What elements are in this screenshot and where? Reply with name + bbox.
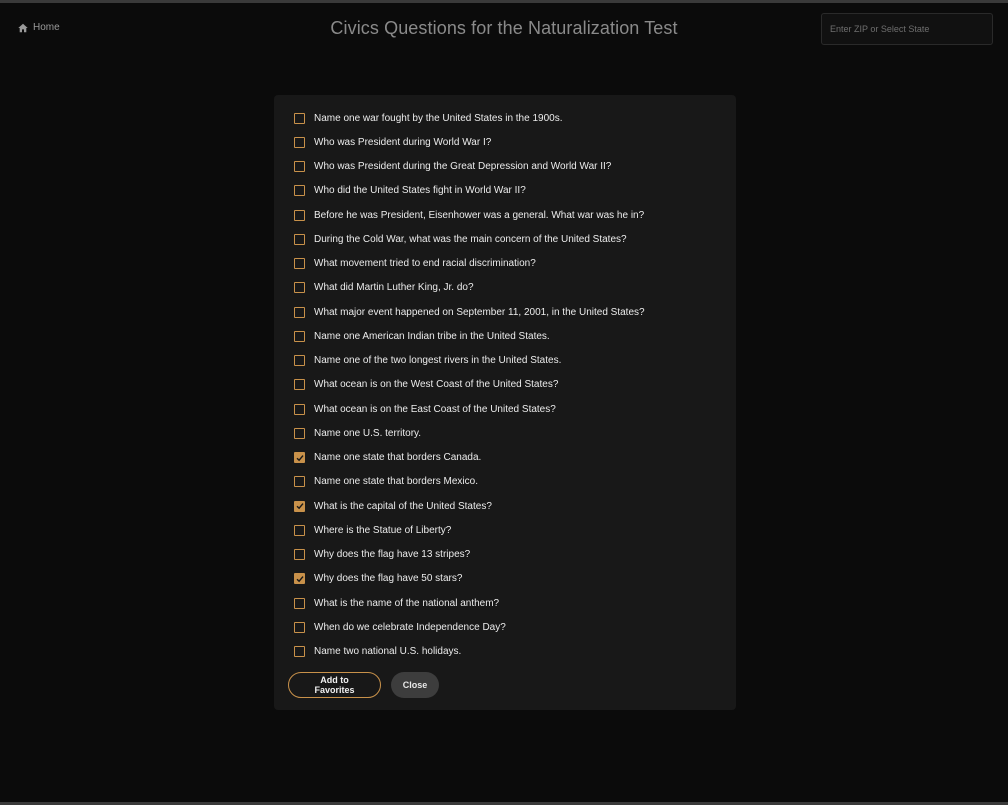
question-item[interactable]: Name one state that borders Canada.	[294, 446, 724, 470]
question-item[interactable]: Why does the flag have 13 stripes?	[294, 543, 724, 567]
question-text: Who was President during World War I?	[314, 136, 492, 148]
question-item[interactable]: Name one state that borders Mexico.	[294, 470, 724, 494]
question-text: What is the name of the national anthem?	[314, 597, 500, 609]
question-text: Name one war fought by the United States…	[314, 112, 563, 124]
question-item[interactable]: Name one war fought by the United States…	[294, 106, 724, 130]
question-item[interactable]: Who was President during the Great Depre…	[294, 155, 724, 179]
question-checkbox[interactable]	[294, 233, 305, 245]
question-item[interactable]: What is the capital of the United States…	[294, 494, 724, 518]
question-text: What ocean is on the East Coast of the U…	[314, 403, 556, 415]
question-checkbox[interactable]	[294, 646, 305, 658]
question-checkbox[interactable]	[294, 330, 305, 342]
dialog-actions: Add to Favorites Close	[288, 672, 439, 698]
question-text: Where is the Statue of Liberty?	[314, 524, 452, 536]
question-checkbox[interactable]	[294, 185, 305, 197]
question-item[interactable]: Name one of the two longest rivers in th…	[294, 349, 724, 373]
question-item[interactable]: Why does the flag have 50 stars?	[294, 567, 724, 591]
question-item[interactable]: Who was President during World War I?	[294, 130, 724, 154]
question-text: Why does the flag have 50 stars?	[314, 573, 463, 585]
question-item[interactable]: Who did the United States fight in World…	[294, 179, 724, 203]
question-item[interactable]: What ocean is on the West Coast of the U…	[294, 373, 724, 397]
question-text: Before he was President, Eisenhower was …	[314, 209, 645, 221]
question-item[interactable]: Name one U.S. territory.	[294, 421, 724, 445]
question-item[interactable]: Name one American Indian tribe in the Un…	[294, 324, 724, 348]
question-text: Name one state that borders Mexico.	[314, 476, 478, 488]
question-text: What did Martin Luther King, Jr. do?	[314, 282, 474, 294]
app-header: Home Civics Questions for the Naturaliza…	[0, 3, 1008, 53]
question-text: Why does the flag have 13 stripes?	[314, 549, 471, 561]
check-icon	[296, 454, 304, 461]
question-item[interactable]: What ocean is on the East Coast of the U…	[294, 397, 724, 421]
question-text: What is the capital of the United States…	[314, 500, 492, 512]
question-checkbox[interactable]	[294, 379, 305, 391]
question-item[interactable]: What did Martin Luther King, Jr. do?	[294, 276, 724, 300]
question-text: What ocean is on the West Coast of the U…	[314, 379, 559, 391]
question-checkbox[interactable]	[294, 500, 305, 512]
question-checkbox[interactable]	[294, 112, 305, 124]
question-text: When do we celebrate Independence Day?	[314, 621, 506, 633]
close-button[interactable]: Close	[391, 672, 439, 698]
questions-list: Name one war fought by the United States…	[294, 106, 724, 664]
question-item[interactable]: What major event happened on September 1…	[294, 300, 724, 324]
question-checkbox[interactable]	[294, 476, 305, 488]
question-item[interactable]: What movement tried to end racial discri…	[294, 252, 724, 276]
question-text: Name one American Indian tribe in the Un…	[314, 330, 550, 342]
question-checkbox[interactable]	[294, 355, 305, 367]
question-checkbox[interactable]	[294, 427, 305, 439]
question-item[interactable]: Where is the Statue of Liberty?	[294, 518, 724, 542]
check-icon	[296, 576, 304, 583]
questions-dialog: Name one war fought by the United States…	[274, 95, 736, 710]
question-checkbox[interactable]	[294, 209, 305, 221]
question-item[interactable]: During the Cold War, what was the main c…	[294, 227, 724, 251]
question-checkbox[interactable]	[294, 549, 305, 561]
question-item[interactable]: When do we celebrate Independence Day?	[294, 615, 724, 639]
question-text: Name one of the two longest rivers in th…	[314, 355, 562, 367]
question-text: Name one state that borders Canada.	[314, 452, 482, 464]
question-text: Name two national U.S. holidays.	[314, 646, 462, 658]
question-text: Who was President during the Great Depre…	[314, 161, 612, 173]
question-text: Name one U.S. territory.	[314, 427, 422, 439]
question-text: What movement tried to end racial discri…	[314, 258, 536, 270]
question-checkbox[interactable]	[294, 403, 305, 415]
question-text: What major event happened on September 1…	[314, 306, 645, 318]
question-item[interactable]: Name two national U.S. holidays.	[294, 640, 724, 664]
question-checkbox[interactable]	[294, 282, 305, 294]
question-checkbox[interactable]	[294, 524, 305, 536]
zip-state-input[interactable]	[821, 13, 993, 45]
question-checkbox[interactable]	[294, 258, 305, 270]
question-checkbox[interactable]	[294, 161, 305, 173]
question-item[interactable]: What is the name of the national anthem?	[294, 591, 724, 615]
add-to-favorites-button[interactable]: Add to Favorites	[288, 672, 381, 698]
question-item[interactable]: Before he was President, Eisenhower was …	[294, 203, 724, 227]
question-text: Who did the United States fight in World…	[314, 185, 526, 197]
question-checkbox[interactable]	[294, 621, 305, 633]
question-checkbox[interactable]	[294, 597, 305, 609]
question-checkbox[interactable]	[294, 573, 305, 585]
question-checkbox[interactable]	[294, 452, 305, 464]
question-text: During the Cold War, what was the main c…	[314, 233, 627, 245]
question-checkbox[interactable]	[294, 136, 305, 148]
check-icon	[296, 503, 304, 510]
question-checkbox[interactable]	[294, 306, 305, 318]
